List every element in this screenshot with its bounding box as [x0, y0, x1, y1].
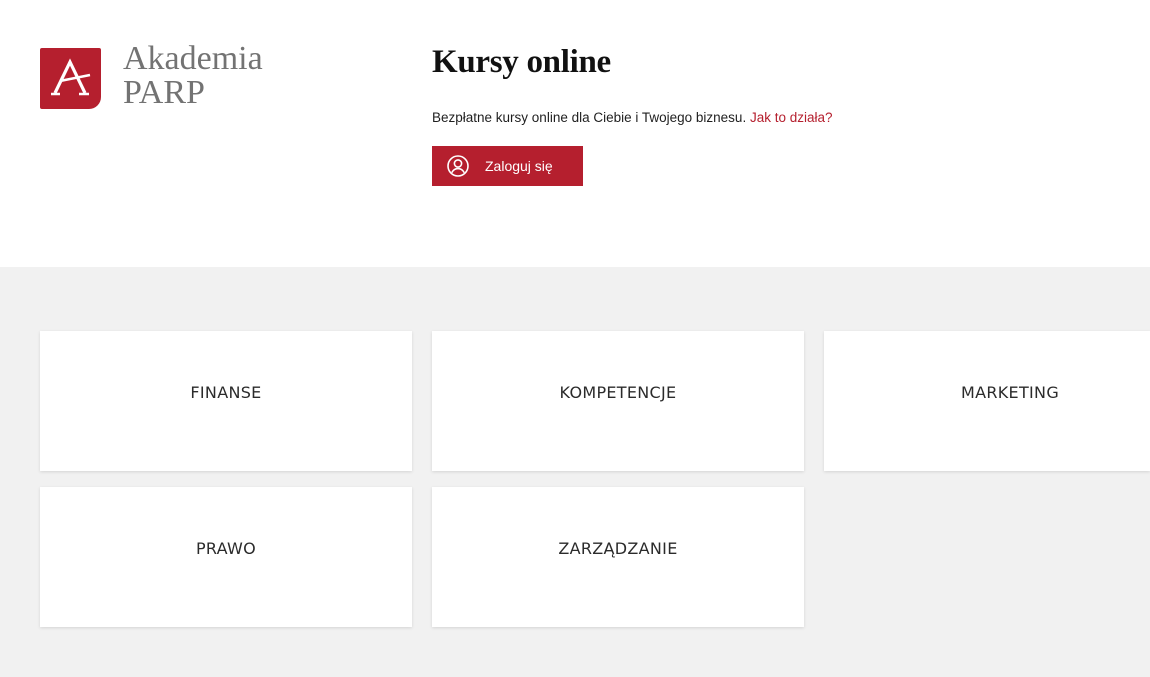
- category-tile-marketing[interactable]: MARKETING: [824, 331, 1150, 471]
- category-tile-kompetencje[interactable]: KOMPETENCJE: [432, 331, 804, 471]
- how-it-works-link[interactable]: Jak to działa?: [750, 110, 833, 125]
- category-label: ZARZĄDZANIE: [558, 538, 678, 558]
- category-tile-prawo[interactable]: PRAWO: [40, 487, 412, 627]
- category-label: MARKETING: [960, 382, 1060, 402]
- subtitle-text: Bezpłatne kursy online dla Ciebie i Twoj…: [432, 110, 747, 125]
- category-tile-finanse[interactable]: FINANSE: [40, 331, 412, 471]
- category-label: PRAWO: [195, 538, 257, 558]
- logo-text-line1: Akademia: [123, 40, 263, 77]
- page-header: Akademia PARP Kursy online Bezpłatne kur…: [0, 0, 1150, 267]
- akademia-parp-logo[interactable]: Akademia PARP: [40, 42, 263, 110]
- logo-text-line2: PARP: [123, 74, 205, 111]
- category-tile-zarzadzanie[interactable]: ZARZĄDZANIE: [432, 487, 804, 627]
- akademia-a-logo-icon: [40, 48, 101, 109]
- page-title: Kursy online: [432, 44, 611, 80]
- course-categories: FINANSE KOMPETENCJE MARKETING PRAWO ZARZ…: [0, 267, 1150, 677]
- user-circle-icon: [446, 154, 470, 178]
- login-button[interactable]: Zaloguj się: [432, 146, 583, 186]
- category-label: FINANSE: [190, 382, 262, 402]
- logo-wordmark: Akademia PARP: [123, 42, 263, 110]
- category-label: KOMPETENCJE: [559, 382, 677, 402]
- intro-section: Kursy online Bezpłatne kursy online dla …: [432, 40, 833, 186]
- intro-subtitle: Bezpłatne kursy online dla Ciebie i Twoj…: [432, 109, 833, 127]
- login-button-label: Zaloguj się: [485, 158, 553, 174]
